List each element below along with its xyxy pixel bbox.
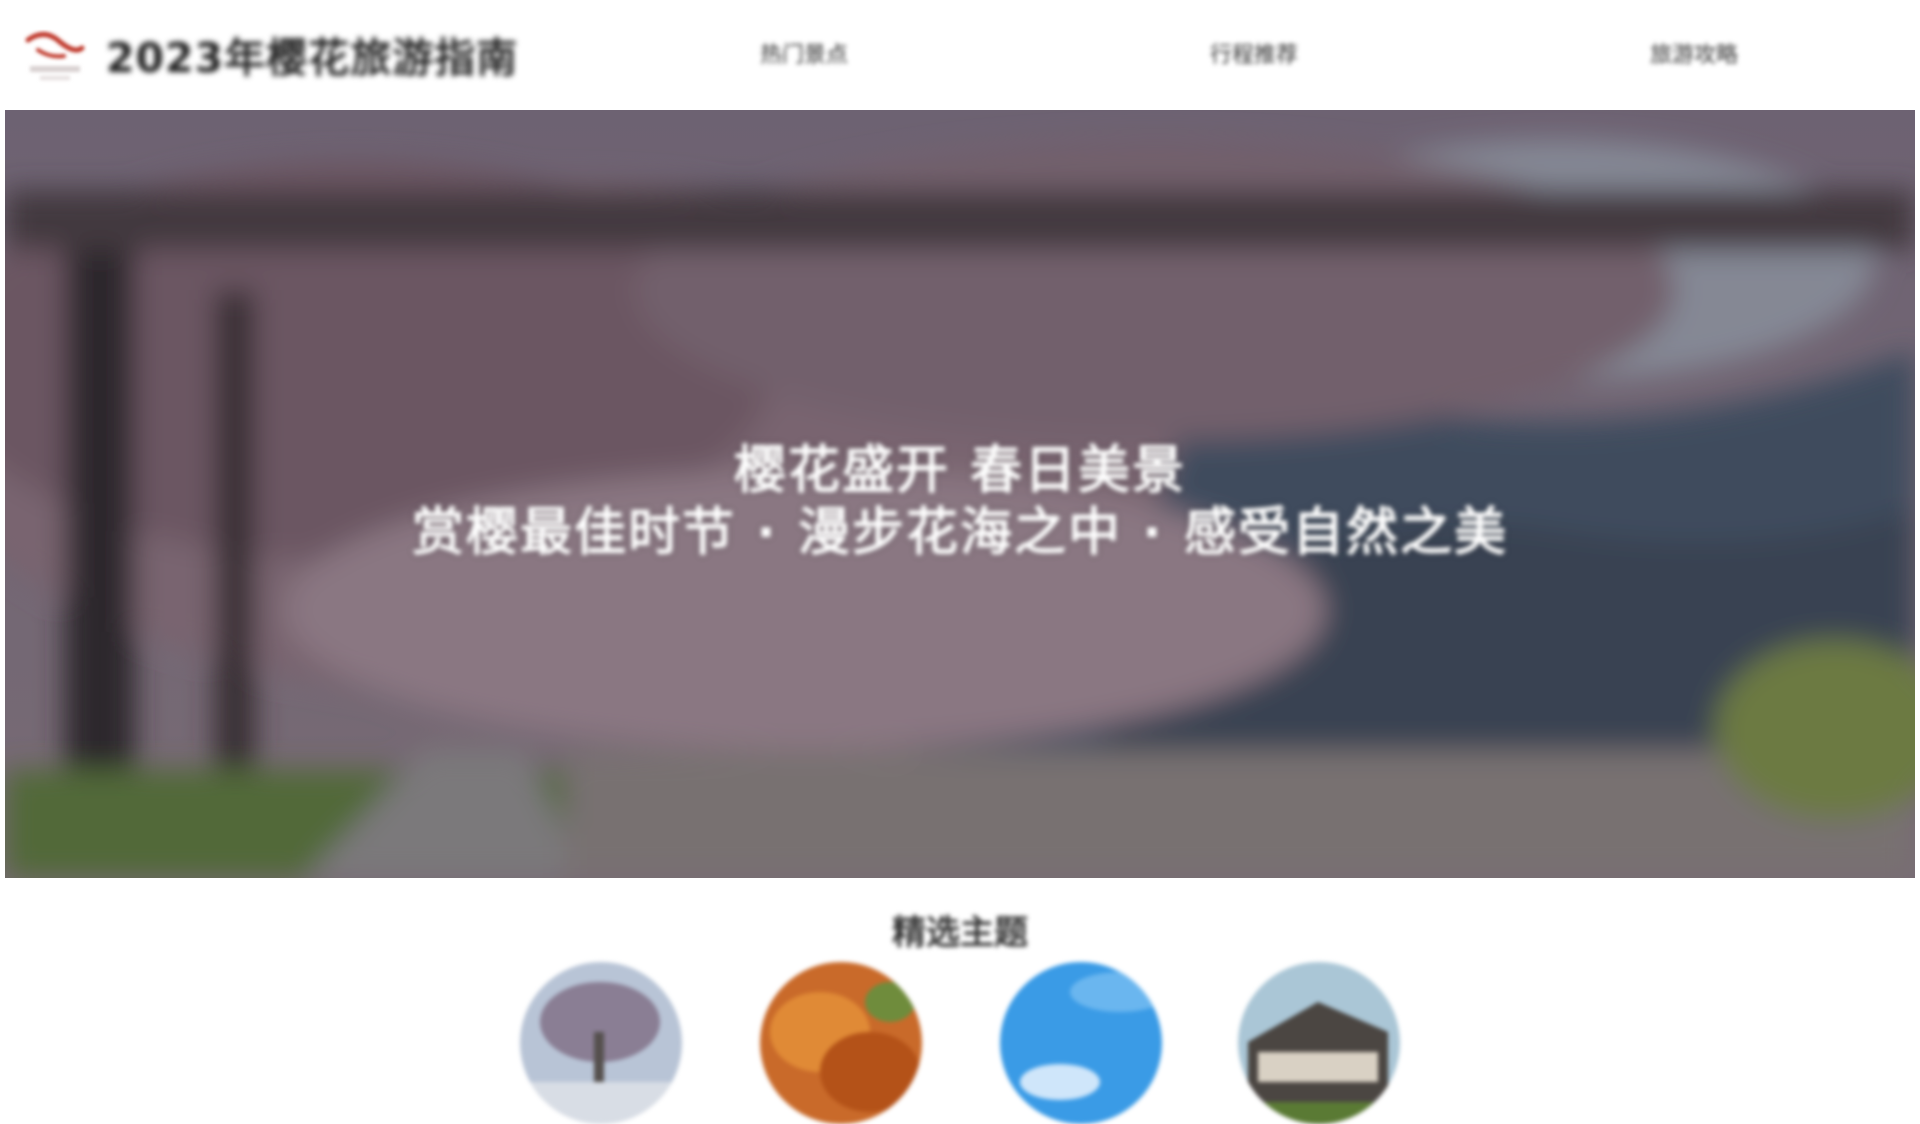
section-title: 精选主题 <box>892 913 1028 953</box>
theme-item-tree[interactable] <box>520 962 682 1124</box>
nav-item-guides[interactable]: 旅游攻略 <box>1650 32 1738 74</box>
theme-item-building[interactable] <box>1238 962 1400 1124</box>
site-logo-icon[interactable] <box>20 20 90 88</box>
nav-item-itineraries[interactable]: 行程推荐 <box>1210 32 1298 74</box>
hero-title: 樱花盛开 春日美景 <box>733 441 1187 501</box>
hero-subtitle: 赏樱最佳时节 · 漫步花海之中 · 感受自然之美 <box>412 503 1508 563</box>
site-header: 2023年樱花旅游指南 热门景点 行程推荐 旅游攻略 <box>0 0 1920 110</box>
theme-item-sky[interactable] <box>1000 962 1162 1124</box>
theme-list <box>0 962 1920 1124</box>
nav-item-attractions[interactable]: 热门景点 <box>760 32 848 74</box>
autumn-leaves-photo-icon <box>760 962 922 1124</box>
building-photo-icon <box>1238 962 1400 1124</box>
site-title: 2023年樱花旅游指南 <box>106 34 519 82</box>
sky-photo-icon <box>1000 962 1162 1124</box>
theme-item-autumn[interactable] <box>760 962 922 1124</box>
tree-photo-icon <box>520 962 682 1124</box>
hero-banner: 樱花盛开 春日美景 赏樱最佳时节 · 漫步花海之中 · 感受自然之美 <box>5 110 1915 878</box>
hero-headline: 樱花盛开 春日美景 赏樱最佳时节 · 漫步花海之中 · 感受自然之美 <box>5 440 1915 564</box>
brand[interactable]: 2023年樱花旅游指南 <box>20 14 518 94</box>
